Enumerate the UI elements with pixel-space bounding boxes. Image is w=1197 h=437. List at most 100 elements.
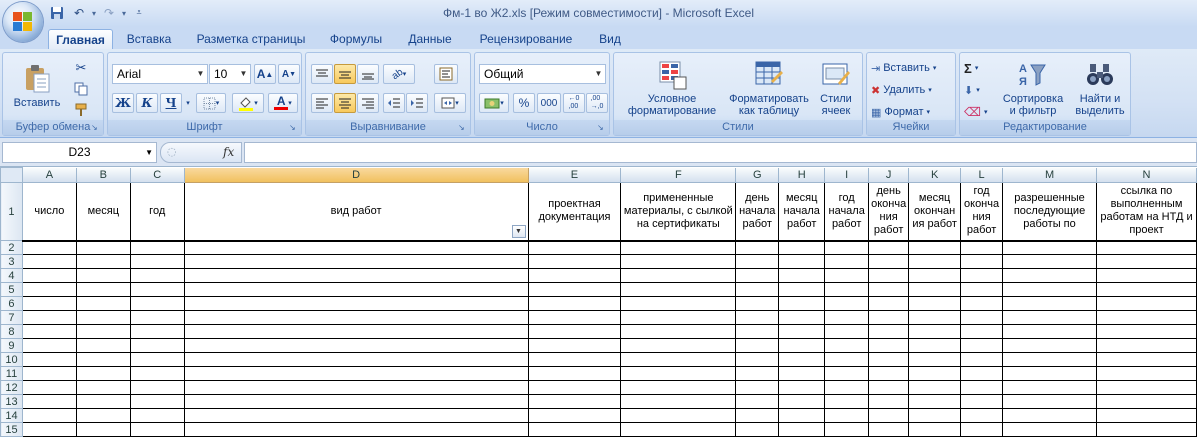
grid-cell[interactable] [960,240,1004,255]
grid-cell[interactable] [778,254,826,269]
column-header-b[interactable]: B [75,167,131,183]
grid-cell[interactable] [1095,408,1197,423]
grid-cell[interactable] [735,394,780,409]
font-launcher-icon[interactable]: ↘ [289,123,299,133]
grid-cell[interactable] [1002,296,1097,311]
select-all-corner[interactable] [0,167,23,183]
grid-cell[interactable] [960,324,1004,339]
grid-cell[interactable] [21,310,77,325]
header-cell-day[interactable]: число [21,182,77,242]
grid-cell[interactable] [21,352,77,367]
grid-cell[interactable] [75,254,131,269]
grid-cell[interactable] [183,296,529,311]
grid-cell[interactable] [75,338,131,353]
grid-cell[interactable] [1002,380,1097,395]
chevron-down-icon[interactable]: ▼ [592,65,605,83]
grid-cell[interactable] [75,310,131,325]
grid-cell[interactable] [75,422,131,437]
grid-cell[interactable] [824,324,870,339]
merge-center-button[interactable]: ▾ [434,93,466,113]
cell-styles-button[interactable]: Стили ячеек [812,57,860,119]
grid-cell[interactable] [824,394,870,409]
grid-cell[interactable] [778,352,826,367]
grid-cell[interactable] [960,296,1004,311]
grid-cell[interactable] [868,352,910,367]
grid-cell[interactable] [1095,240,1197,255]
row-header[interactable]: 11 [0,366,23,381]
formula-input[interactable] [244,142,1197,163]
grid-cell[interactable] [75,268,131,283]
grid-cell[interactable] [75,408,131,423]
increase-indent-button[interactable] [406,93,428,113]
row-header[interactable]: 8 [0,324,23,339]
orientation-button[interactable]: ab ▾ [383,64,415,84]
grid-cell[interactable] [960,422,1004,437]
grid-cell[interactable] [824,422,870,437]
clear-button[interactable]: ⌫ ▾ [964,102,994,122]
grid-cell[interactable] [183,282,529,297]
row-header[interactable]: 4 [0,268,23,283]
grid-cell[interactable] [1002,324,1097,339]
row-header[interactable]: 14 [0,408,23,423]
grid-cell[interactable] [129,352,185,367]
tab-data[interactable]: Данные [398,29,462,49]
header-cell-materials[interactable]: примененные материалы, с сылкой на серти… [620,182,737,242]
column-header-l[interactable]: L [960,167,1004,183]
grid-cell[interactable] [21,408,77,423]
grid-cell[interactable] [908,254,962,269]
fill-color-button[interactable]: ▾ [232,93,264,113]
column-header-n[interactable]: N [1095,167,1197,183]
grid-cell[interactable] [778,268,826,283]
grid-cell[interactable] [1095,310,1197,325]
column-header-j[interactable]: J [868,167,910,183]
row-header[interactable]: 3 [0,254,23,269]
grid-cell[interactable] [778,338,826,353]
bold-button[interactable]: Ж [112,93,134,113]
grid-cell[interactable] [735,366,780,381]
autosum-button[interactable]: Σ ▾ [964,58,994,78]
insert-function-button[interactable]: fx [223,145,234,159]
chevron-down-icon[interactable]: ▼ [194,65,207,83]
grid-cell[interactable] [778,324,826,339]
grid-cell[interactable] [908,422,962,437]
grid-cell[interactable] [868,296,910,311]
grid-cell[interactable] [620,422,737,437]
tab-review[interactable]: Рецензирование [470,29,582,49]
header-cell-end-year[interactable]: год оконча ния работ [960,182,1004,242]
grid-cell[interactable] [1002,240,1097,255]
grid-cell[interactable] [183,338,529,353]
grid-cell[interactable] [1002,310,1097,325]
grid-cell[interactable] [183,380,529,395]
header-cell-start-day[interactable]: день начала работ [735,182,780,242]
grid-cell[interactable] [735,268,780,283]
grid-cell[interactable] [1002,338,1097,353]
grid-cell[interactable] [908,296,962,311]
grid-cell[interactable] [908,352,962,367]
grid-cell[interactable] [183,422,529,437]
grid-cell[interactable] [21,282,77,297]
grid-cell[interactable] [21,254,77,269]
grid-cell[interactable] [620,310,737,325]
grid-cell[interactable] [620,296,737,311]
grid-cell[interactable] [129,296,185,311]
column-header-k[interactable]: K [908,167,962,183]
cut-icon[interactable]: ✂ [71,59,91,77]
grid-cell[interactable] [868,366,910,381]
grid-cell[interactable] [1095,282,1197,297]
grid-cell[interactable] [75,324,131,339]
align-center-button[interactable] [334,93,356,113]
grid-cell[interactable] [527,352,622,367]
grid-cell[interactable] [908,380,962,395]
find-select-button[interactable]: Найти и выделить [1070,57,1130,119]
grid-cell[interactable] [1095,366,1197,381]
column-header-e[interactable]: E [527,167,622,183]
copy-icon[interactable] [71,80,91,98]
grid-cell[interactable] [129,366,185,381]
grid-cell[interactable] [960,282,1004,297]
decrease-decimal-button[interactable]: ,00 →,0 [586,93,608,113]
grid-cell[interactable] [960,310,1004,325]
font-color-button[interactable]: A ▾ [268,93,298,113]
format-cells-button[interactable]: ▦ Формат ▾ [871,102,955,122]
grid-cell[interactable] [21,296,77,311]
grid-cell[interactable] [960,352,1004,367]
